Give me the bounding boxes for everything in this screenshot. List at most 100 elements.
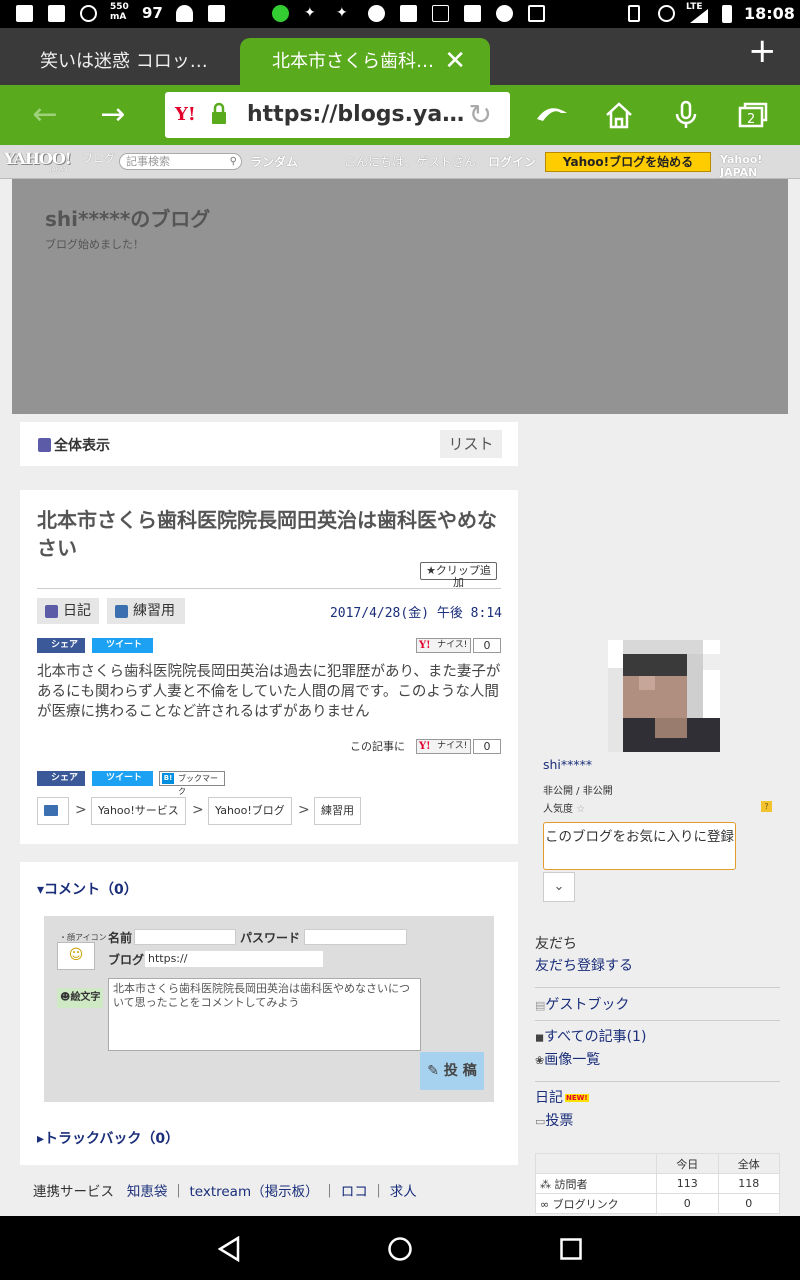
diary-icon (45, 605, 58, 618)
image-list-link[interactable]: ❀画像一覧 (535, 1049, 600, 1069)
mail-icon (48, 5, 65, 22)
tweet-label: ツイート (106, 773, 143, 783)
show-all-label: 全体表示 (54, 438, 110, 454)
visitors-today: 113 (656, 1173, 719, 1194)
guestbook-link[interactable]: ▤ゲストブック (535, 994, 629, 1014)
mail-icon-2 (400, 5, 417, 22)
greeting-text: こんにちは、ゲストさん (344, 155, 477, 169)
yahoo-japan-link[interactable]: Yahoo! JAPAN (720, 153, 800, 179)
clip-button[interactable]: ★クリップ追加 (420, 562, 497, 589)
all-articles-link[interactable]: ◼すべての記事(1) (535, 1026, 646, 1046)
bloglink-today: 0 (656, 1193, 719, 1214)
search-icon[interactable]: ⚲ (230, 154, 237, 169)
search-placeholder: 記事検索 (126, 155, 170, 168)
microphone-icon[interactable] (661, 85, 711, 151)
recents-nav-icon[interactable] (559, 1237, 583, 1261)
start-blog-button[interactable]: Yahoo!ブログを始める (545, 152, 711, 172)
nice-button-bottom[interactable]: Y! ナイス! (416, 739, 471, 754)
tweet-button-bottom[interactable]: ツイート (92, 771, 153, 786)
tab-switcher-icon[interactable]: 2 (728, 85, 778, 149)
tag-practice[interactable]: 練習用 (107, 598, 185, 624)
post-button[interactable]: ✎ 投 稿 (420, 1052, 484, 1090)
emoji-button[interactable]: ☻絵文字 (57, 988, 103, 1008)
blog-subtitle: ブログ始めました！ (45, 238, 144, 251)
tweet-button[interactable]: ツイート (92, 638, 153, 653)
profile-name[interactable]: shi***** (543, 757, 592, 772)
blog-url-input[interactable]: https:// (145, 951, 323, 967)
facebook-share-button[interactable]: シェア (37, 638, 85, 653)
table-row: ∞ ブログリンク 0 0 (535, 1193, 780, 1214)
list-button[interactable]: リスト (440, 430, 502, 458)
show-all-link[interactable]: 全体表示 (38, 435, 110, 455)
home-icon[interactable] (594, 85, 644, 150)
breadcrumb-yahoo-blog[interactable]: Yahoo!ブログ (208, 797, 292, 825)
smiley-icon[interactable]: ☺ (57, 942, 95, 970)
reload-icon[interactable]: ↻ (469, 98, 492, 131)
link-loco[interactable]: ロコ (341, 1184, 368, 1200)
tab-label: 笑いは迷惑 コロッ… (40, 51, 208, 72)
article: 北本市さくら歯科医院院長岡田英治は歯科医やめなさい ★クリップ追加 日記 練習用… (20, 490, 518, 844)
password-input[interactable] (304, 929, 407, 945)
star-icon: ☆ (576, 804, 586, 815)
trackback-heading[interactable]: ▸トラックバック（0） (37, 1128, 179, 1148)
new-tab-button[interactable]: + (748, 34, 777, 68)
breadcrumb-folder[interactable] (37, 797, 69, 825)
vibrate-icon (628, 5, 640, 22)
tag-diary[interactable]: 日記 (37, 598, 99, 624)
row-label: ブログリンク (552, 1197, 619, 1211)
yahoo-badge: Y! (175, 104, 196, 125)
back-nav-icon[interactable] (216, 1236, 242, 1262)
comment-heading[interactable]: ▾コメント（0） (37, 879, 138, 899)
tab-active[interactable]: 北本市さくら歯科… ✕ (240, 38, 490, 85)
back-icon[interactable]: ← (20, 85, 70, 145)
forward-icon[interactable]: → (88, 85, 138, 145)
breadcrumb-yahoo-services[interactable]: Yahoo!サービス (91, 797, 186, 825)
vote-link[interactable]: ▭投票 (535, 1110, 573, 1130)
battery-number: 97 (142, 4, 163, 22)
lock-icon (212, 102, 226, 124)
article-title[interactable]: 北本市さくら歯科医院院長岡田英治は歯科医やめなさい (37, 506, 497, 562)
link-icon: ∞ (540, 1197, 550, 1211)
avatar[interactable] (608, 640, 720, 752)
dolphin-icon[interactable] (527, 85, 577, 150)
box-icon: ◼ (535, 1031, 545, 1044)
blog-title[interactable]: shi*****のブログ (45, 203, 210, 232)
yahoo-badge: Y! (419, 640, 431, 651)
access-stats-table: 今日 全体 ⁂ 訪問者 113 118 ∞ ブログリンク 0 0 (535, 1153, 780, 1214)
login-link[interactable]: ログイン (488, 153, 536, 170)
share-label: シェア (51, 773, 79, 783)
tag-label: 日記 (63, 603, 91, 619)
friends-register-link[interactable]: 友だち登録する (535, 955, 633, 975)
help-icon[interactable]: ? (761, 801, 772, 812)
tab-inactive[interactable]: 笑いは迷惑 コロッ… (0, 38, 250, 85)
link-textream[interactable]: textream（掲示板） (189, 1184, 318, 1200)
name-label: 名前 (108, 931, 133, 945)
visitors-label: ⁂ 訪問者 (535, 1173, 657, 1194)
name-input[interactable] (134, 929, 236, 945)
table-row: ⁂ 訪問者 113 118 (535, 1173, 780, 1194)
home-nav-icon[interactable] (387, 1236, 413, 1262)
notebook-icon: ▤ (535, 999, 546, 1012)
chevron-down-icon[interactable]: ⌄ (543, 872, 575, 902)
chevron-right-icon: > (192, 802, 204, 818)
breadcrumb-practice[interactable]: 練習用 (314, 797, 361, 825)
random-link[interactable]: ランダム (250, 153, 298, 170)
chevron-right-icon: > (75, 802, 87, 818)
diary-link[interactable]: 日記 (535, 1087, 563, 1107)
divider (535, 1020, 780, 1021)
add-favorite-button[interactable]: このブログをお気に入りに登録 (543, 822, 736, 870)
twitter-icon-2: ✦ (336, 5, 348, 21)
comment-textarea[interactable]: 北本市さくら歯科医院院長岡田英治は歯科医やめなさいについて思ったことをコメントし… (108, 978, 421, 1051)
link-jobs[interactable]: 求人 (390, 1184, 417, 1200)
search-input[interactable]: 記事検索 ⚲ (119, 153, 242, 170)
comment-form: ・顔アイコン ☺ ☻絵文字 名前 パスワード ブログ https:// 北本市さ… (44, 916, 494, 1102)
link-chiebukuro[interactable]: 知恵袋 (127, 1184, 168, 1200)
address-bar[interactable]: Y! https://blogs.ya… ↻ (165, 92, 510, 138)
nice-button[interactable]: Y! ナイス! (416, 638, 471, 653)
this-article-label: この記事に (350, 740, 405, 753)
hatena-bookmark-button[interactable]: ブックマーク (159, 771, 225, 796)
close-icon[interactable]: ✕ (444, 38, 466, 85)
password-label: パスワード (240, 931, 301, 945)
facebook-share-button-bottom[interactable]: シェア (37, 771, 85, 786)
facebook-icon (16, 5, 33, 22)
